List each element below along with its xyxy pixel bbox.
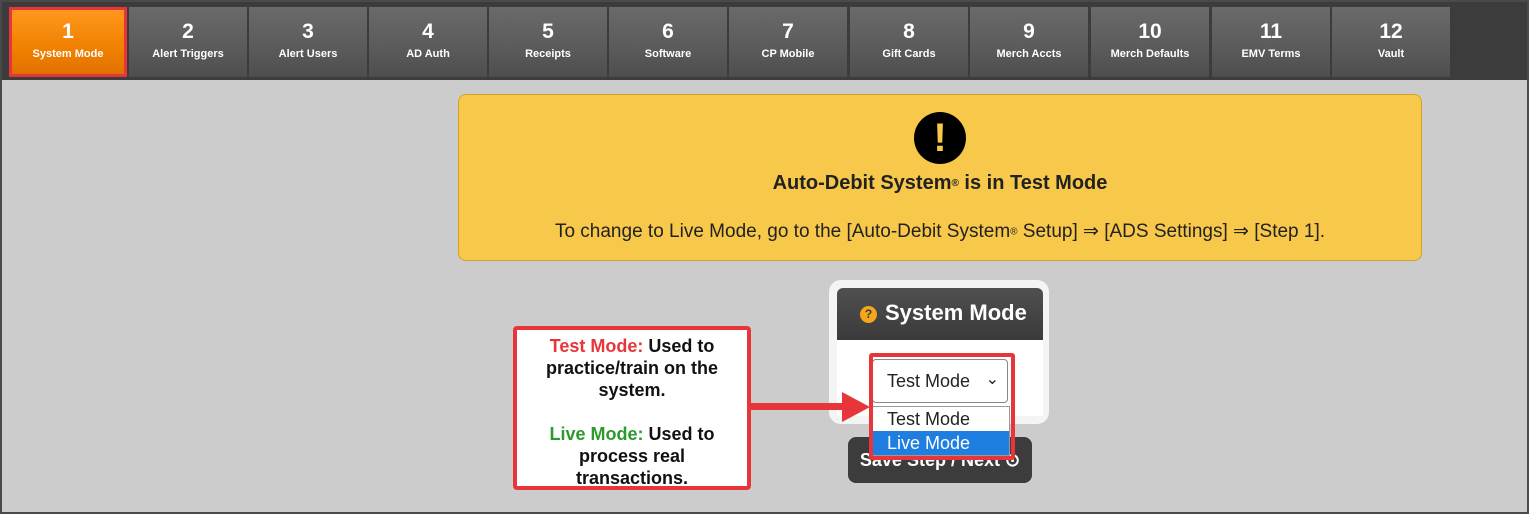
tab-label: Alert Users	[278, 48, 338, 60]
tab-vault[interactable]: 12 Vault	[1332, 7, 1450, 77]
exclamation-icon: !	[914, 112, 966, 164]
tab-number: 5	[542, 20, 554, 43]
tab-number: 9	[1023, 20, 1035, 43]
tab-cp-mobile[interactable]: 7 CP Mobile	[729, 7, 847, 77]
tab-label: CP Mobile	[761, 48, 815, 60]
tab-label: Alert Triggers	[152, 48, 224, 60]
banner-instructions-path: Setup] ⇒ [ADS Settings] ⇒ [Step 1].	[1017, 221, 1326, 242]
tab-merch-accts[interactable]: 9 Merch Accts	[970, 7, 1088, 77]
callout-line: process real	[578, 446, 686, 466]
tab-number: 6	[662, 20, 674, 43]
banner-title-text: Auto-Debit System	[772, 172, 952, 194]
callout-spacer	[517, 401, 747, 423]
callout-line: transactions.	[575, 468, 689, 488]
tab-alert-triggers[interactable]: 2 Alert Triggers	[129, 7, 247, 77]
tab-label: Vault	[1377, 48, 1405, 60]
banner-title: Auto-Debit System® is in Test Mode	[459, 172, 1421, 195]
tab-emv-terms[interactable]: 11 EMV Terms	[1212, 7, 1330, 77]
tab-label: Receipts	[525, 48, 571, 60]
tab-number: 2	[182, 20, 194, 43]
callout-text: Used to	[643, 424, 715, 444]
tab-number: 8	[903, 20, 915, 43]
tab-alert-users[interactable]: 3 Alert Users	[249, 7, 367, 77]
callout-line: Live Mode: Used to	[517, 423, 747, 445]
tab-number: 11	[1259, 20, 1283, 43]
callout-arrow-shaft	[751, 403, 843, 410]
registered-mark: ®	[1010, 226, 1018, 238]
tab-label: AD Auth	[406, 48, 450, 60]
card-title: System Mode	[885, 300, 1027, 325]
banner-title-status: is in Test Mode	[958, 172, 1108, 194]
help-icon[interactable]: ?	[860, 306, 877, 323]
tab-number: 12	[1379, 20, 1403, 43]
banner-instructions-text: To change to Live Mode, go to the [Auto-…	[554, 221, 1011, 242]
callout-arrow-icon	[842, 392, 870, 422]
tab-system-mode[interactable]: 1 System Mode	[9, 7, 127, 77]
tab-number: 3	[302, 20, 314, 43]
tab-gift-cards[interactable]: 8 Gift Cards	[850, 7, 968, 77]
tab-label: Merch Accts	[996, 48, 1062, 60]
tab-receipts[interactable]: 5 Receipts	[489, 7, 607, 77]
tab-number: 10	[1138, 20, 1162, 43]
callout-line: system.	[598, 380, 666, 400]
page-frame: 1 System Mode 2 Alert Triggers 3 Alert U…	[2, 2, 1527, 512]
tab-label: Gift Cards	[882, 48, 936, 60]
tab-label: Software	[644, 48, 692, 60]
test-mode-label: Test Mode:	[549, 336, 644, 356]
tab-number: 1	[62, 20, 74, 43]
registered-mark: ®	[951, 178, 959, 190]
callout-line: practice/train on the	[545, 358, 719, 378]
live-mode-label: Live Mode:	[549, 424, 644, 444]
tab-ad-auth[interactable]: 4 AD Auth	[369, 7, 487, 77]
system-mode-header: ? System Mode	[837, 288, 1043, 340]
tab-label: System Mode	[32, 48, 104, 60]
callout-text: Used to	[643, 336, 715, 356]
step-tab-bar: 1 System Mode 2 Alert Triggers 3 Alert U…	[2, 2, 1527, 80]
tab-label: Merch Defaults	[1110, 48, 1190, 60]
mode-explanation-callout: Test Mode: Used to practice/train on the…	[513, 326, 751, 490]
tab-merch-defaults[interactable]: 10 Merch Defaults	[1091, 7, 1209, 77]
tab-label: EMV Terms	[1241, 48, 1301, 60]
tab-number: 4	[422, 20, 434, 43]
banner-instructions: To change to Live Mode, go to the [Auto-…	[459, 220, 1421, 243]
tab-software[interactable]: 6 Software	[609, 7, 727, 77]
highlight-box	[869, 353, 1015, 460]
callout-line: Test Mode: Used to	[517, 335, 747, 357]
tab-number: 7	[782, 20, 794, 43]
test-mode-warning-banner: ! Auto-Debit System® is in Test Mode To …	[458, 94, 1422, 261]
